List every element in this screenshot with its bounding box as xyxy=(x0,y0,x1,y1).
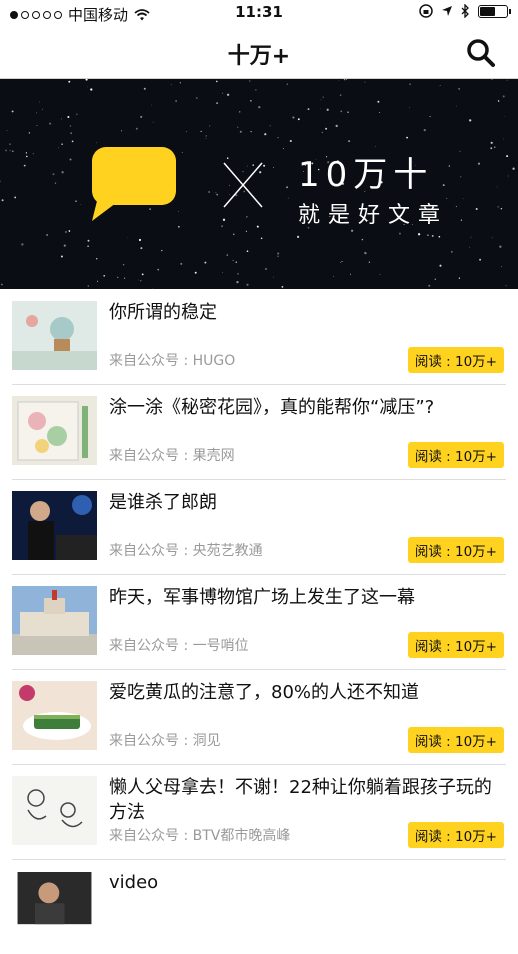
battery-icon xyxy=(478,4,511,18)
article-source: 来自公众号 : BTV都市晚高峰 xyxy=(109,828,291,844)
read-count-badge: 阅读 : 10万+ xyxy=(407,822,504,848)
article-title: 你所谓的稳定 xyxy=(109,302,217,323)
article-source: 来自公众号 : 央苑艺教通 xyxy=(109,543,263,559)
article-item[interactable]: video xyxy=(12,860,506,954)
nav-bar: 十万+ xyxy=(0,26,518,79)
article-thumbnail xyxy=(12,491,97,560)
article-thumbnail xyxy=(12,586,97,655)
article-thumbnail xyxy=(12,396,97,465)
article-title: 懒人父母拿去！不谢！22种让你躺着跟孩子玩的方法 xyxy=(109,777,492,823)
article-title: 昨天，军事博物馆广场上发生了这一幕 xyxy=(109,587,415,608)
status-bar: 中国移动 11:31 xyxy=(0,0,518,26)
article-item[interactable]: 昨天，军事博物馆广场上发生了这一幕 来自公众号 : 一号哨位 阅读 : 10万+ xyxy=(12,575,506,670)
chat-bubble-icon xyxy=(92,147,176,221)
page-title: 十万+ xyxy=(227,44,291,69)
hero-banner[interactable]: 10万十 就是好文章 xyxy=(0,79,518,289)
article-title: 涂一涂《秘密花园》，真的能帮你“减压”? xyxy=(109,397,435,418)
article-item[interactable]: 是谁杀了郎朗 来自公众号 : 央苑艺教通 阅读 : 10万+ xyxy=(12,480,506,575)
article-item[interactable]: 涂一涂《秘密花园》，真的能帮你“减压”? 来自公众号 : 果壳网 阅读 : 10… xyxy=(12,385,506,480)
article-item[interactable]: 懒人父母拿去！不谢！22种让你躺着跟孩子玩的方法 来自公众号 : BTV都市晚高… xyxy=(12,765,506,860)
search-icon[interactable] xyxy=(466,38,496,68)
rotation-lock-icon xyxy=(419,4,433,18)
location-icon xyxy=(442,6,452,16)
article-item[interactable]: 你所谓的稳定 来自公众号 : HUGO 阅读 : 10万+ xyxy=(12,290,506,385)
article-title: video xyxy=(109,872,159,893)
article-title: 爱吃黄瓜的注意了，80%的人还不知道 xyxy=(109,682,420,703)
banner-subheadline: 就是好文章 xyxy=(298,203,449,228)
banner-headline: 10万十 xyxy=(298,155,434,195)
article-source: 来自公众号 : 一号哨位 xyxy=(109,638,249,654)
article-thumbnail xyxy=(12,301,97,370)
cross-mark xyxy=(223,162,263,208)
article-item[interactable]: 爱吃黄瓜的注意了，80%的人还不知道 来自公众号 : 洞见 阅读 : 10万+ xyxy=(12,670,506,765)
article-source: 来自公众号 : HUGO xyxy=(109,353,236,369)
article-title: 是谁杀了郎朗 xyxy=(109,492,217,513)
article-thumbnail xyxy=(17,872,92,925)
read-count-badge: 阅读 : 10万+ xyxy=(407,537,504,563)
bluetooth-icon xyxy=(461,4,469,18)
article-source: 来自公众号 : 洞见 xyxy=(109,733,221,749)
read-count-badge: 阅读 : 10万+ xyxy=(407,632,504,658)
read-count-badge: 阅读 : 10万+ xyxy=(407,347,504,373)
article-source: 来自公众号 : 果壳网 xyxy=(109,448,235,464)
article-thumbnail xyxy=(12,681,97,750)
article-thumbnail xyxy=(12,776,97,845)
read-count-badge: 阅读 : 10万+ xyxy=(407,442,504,468)
read-count-badge: 阅读 : 10万+ xyxy=(407,727,504,753)
